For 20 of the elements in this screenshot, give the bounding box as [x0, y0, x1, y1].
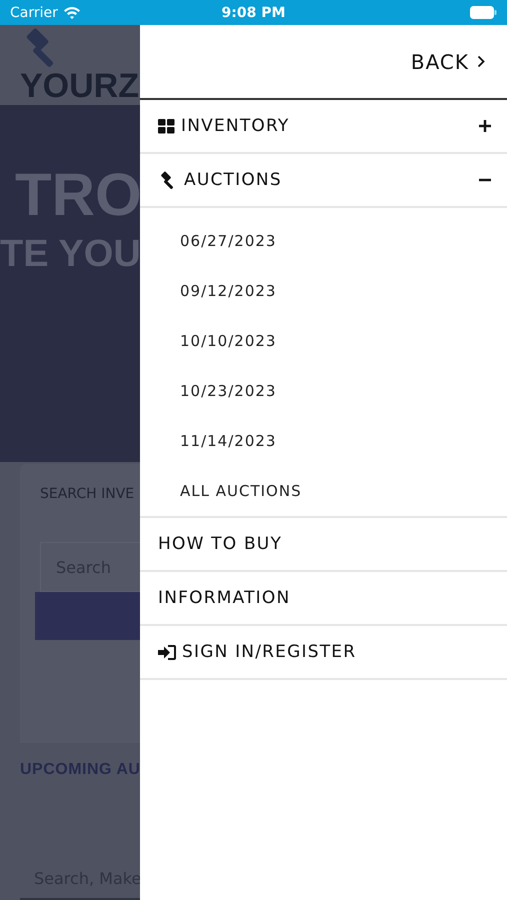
back-button[interactable]: BACK: [410, 50, 485, 74]
status-time: 9:08 PM: [222, 4, 286, 20]
menu-item[interactable]: INFORMATION: [158, 588, 290, 608]
carrier-label: Carrier: [10, 4, 58, 20]
menu-item[interactable]: INVENTORY: [158, 116, 290, 136]
submenu-item[interactable]: 09/12/2023: [180, 282, 276, 300]
menu-item[interactable]: HOW TO BUY: [158, 534, 282, 554]
battery-icon: [470, 6, 497, 19]
submenu-item[interactable]: ALL AUCTIONS: [180, 482, 302, 500]
menu-item[interactable]: SIGN IN/REGISTER: [158, 642, 356, 662]
submenu-item[interactable]: 11/14/2023: [180, 432, 276, 450]
grid-icon: [158, 118, 175, 134]
plus-icon[interactable]: [479, 120, 491, 132]
submenu-item[interactable]: 06/27/2023: [180, 232, 276, 250]
sign-in-icon: [158, 644, 176, 660]
submenu-item[interactable]: 10/10/2023: [180, 332, 276, 350]
submenu-item[interactable]: 10/23/2023: [180, 382, 276, 400]
chevron-right-icon: [477, 55, 485, 68]
menu-item[interactable]: AUCTIONS: [158, 170, 282, 190]
wifi-icon: [62, 6, 81, 19]
